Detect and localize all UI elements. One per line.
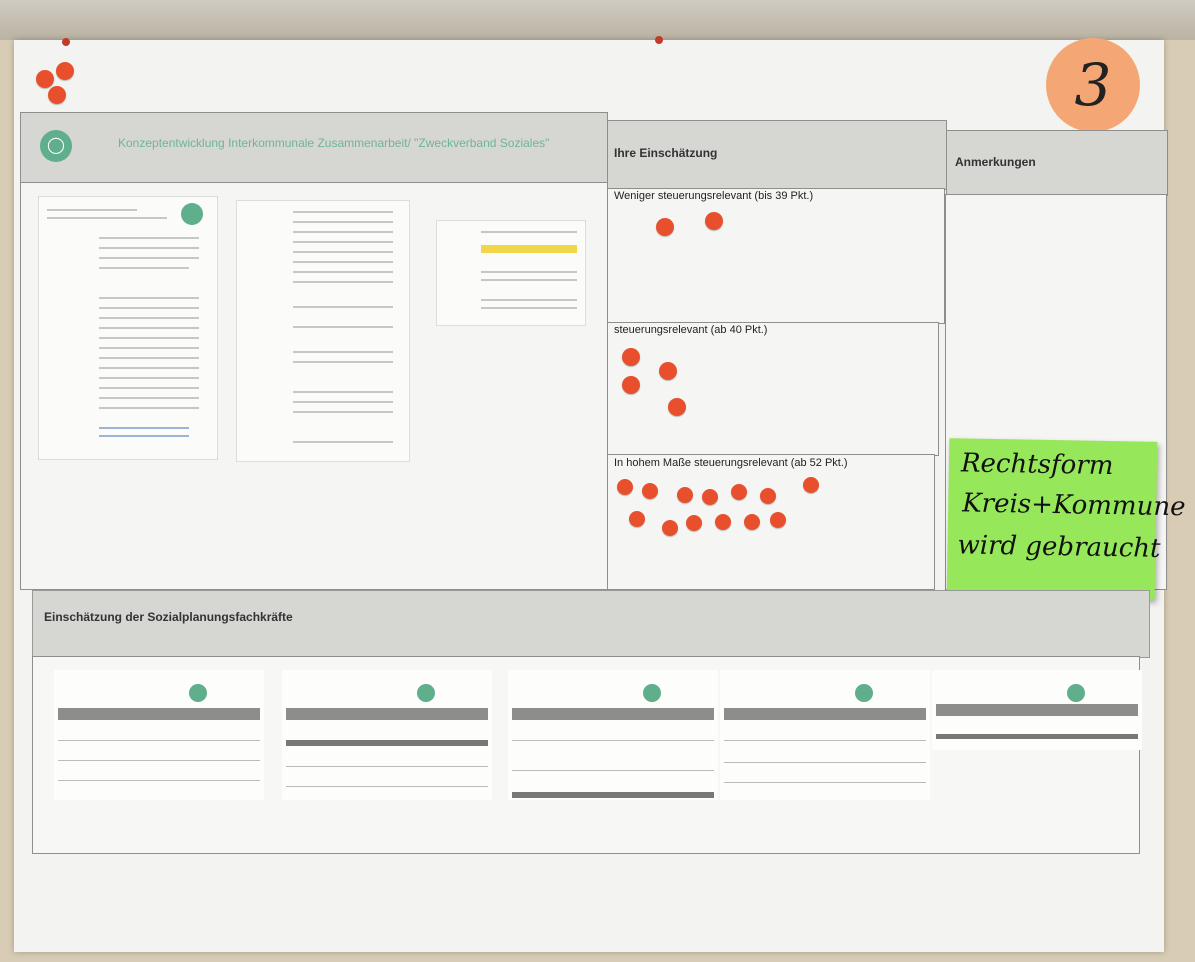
assessment-table-print — [508, 670, 718, 800]
vote-dot — [668, 398, 686, 416]
sticky-line: wird gebraucht — [957, 530, 1161, 564]
vote-dot — [622, 376, 640, 394]
vote-dot — [686, 515, 702, 531]
vote-dot — [677, 487, 693, 503]
vote-dot — [702, 489, 718, 505]
share-icon: ◯ — [40, 130, 72, 162]
printed-document — [236, 200, 410, 462]
assessment-table-print — [720, 670, 930, 800]
vote-dot — [622, 348, 640, 366]
sticky-line: Kreis+Kommune — [961, 488, 1186, 523]
sticky-line: Rechtsform — [960, 448, 1114, 482]
sticker-dot — [48, 86, 66, 104]
vote-dot — [770, 512, 786, 528]
section-title: Einschätzung der Sozialplanungsfachkräft… — [44, 610, 293, 624]
assessment-table-print — [54, 670, 264, 800]
vote-dot — [744, 514, 760, 530]
sticker-dot — [36, 70, 54, 88]
category-label-medium: steuerungsrelevant (ab 40 Pkt.) — [614, 324, 768, 336]
vote-dot — [617, 479, 633, 495]
vote-dot — [629, 511, 645, 527]
vote-dot — [731, 484, 747, 500]
printed-document — [436, 220, 586, 326]
assessment-table-print — [932, 670, 1142, 750]
vote-dot — [715, 514, 731, 530]
vote-dot — [659, 362, 677, 380]
printed-document — [38, 196, 218, 460]
pushpin-icon — [655, 36, 663, 44]
assessment-table-print — [282, 670, 492, 800]
sticky-note: Rechtsform Kreis+Kommune wird gebraucht — [946, 438, 1186, 600]
assessment-column-title: Ihre Einschätzung — [614, 146, 718, 160]
sticker-dot — [56, 62, 74, 80]
poster-title: Konzeptentwicklung Interkommunale Zusamm… — [118, 136, 550, 150]
vote-dot — [656, 218, 674, 236]
pushpin-icon — [62, 38, 70, 46]
category-label-high: In hohem Maße steuerungsrelevant (ab 52 … — [614, 457, 848, 469]
vote-dot — [803, 477, 819, 493]
vote-dot — [705, 212, 723, 230]
category-cell-low — [607, 188, 945, 324]
vote-dot — [662, 520, 678, 536]
remarks-column-title: Anmerkungen — [955, 155, 1036, 169]
category-cell-medium — [607, 322, 939, 456]
section-header-bar — [32, 590, 1150, 658]
category-label-low: Weniger steuerungsrelevant (bis 39 Pkt.) — [614, 190, 814, 202]
vote-dot — [760, 488, 776, 504]
vote-dot — [642, 483, 658, 499]
station-number-badge: 3 — [1046, 38, 1140, 132]
